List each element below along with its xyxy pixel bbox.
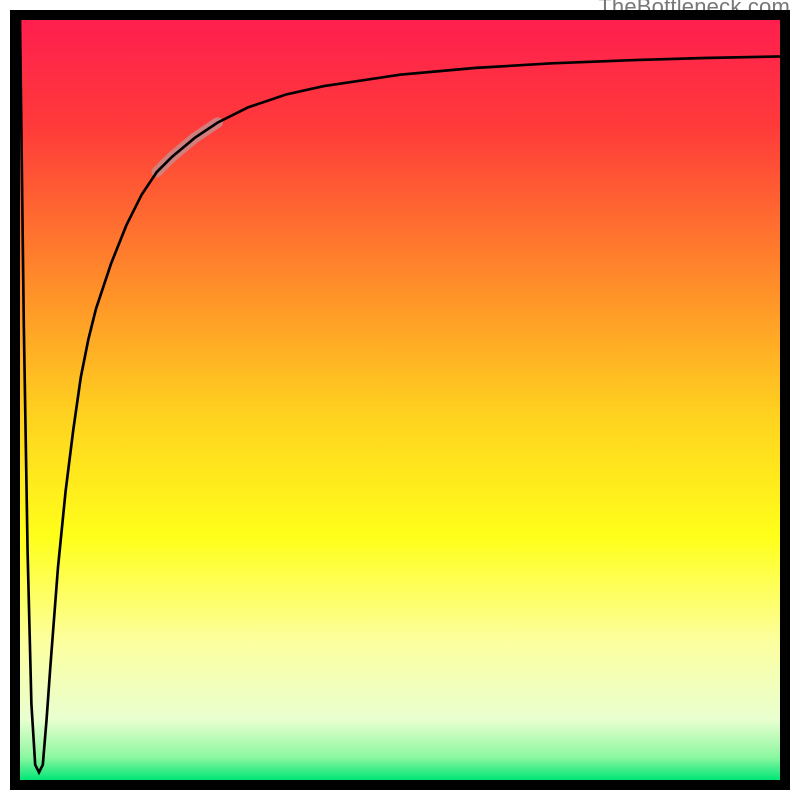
curve-layer (20, 20, 780, 780)
bottleneck-chart: TheBottleneck.com (0, 0, 800, 800)
plot-area (20, 20, 780, 780)
bottleneck-curve (20, 20, 780, 772)
